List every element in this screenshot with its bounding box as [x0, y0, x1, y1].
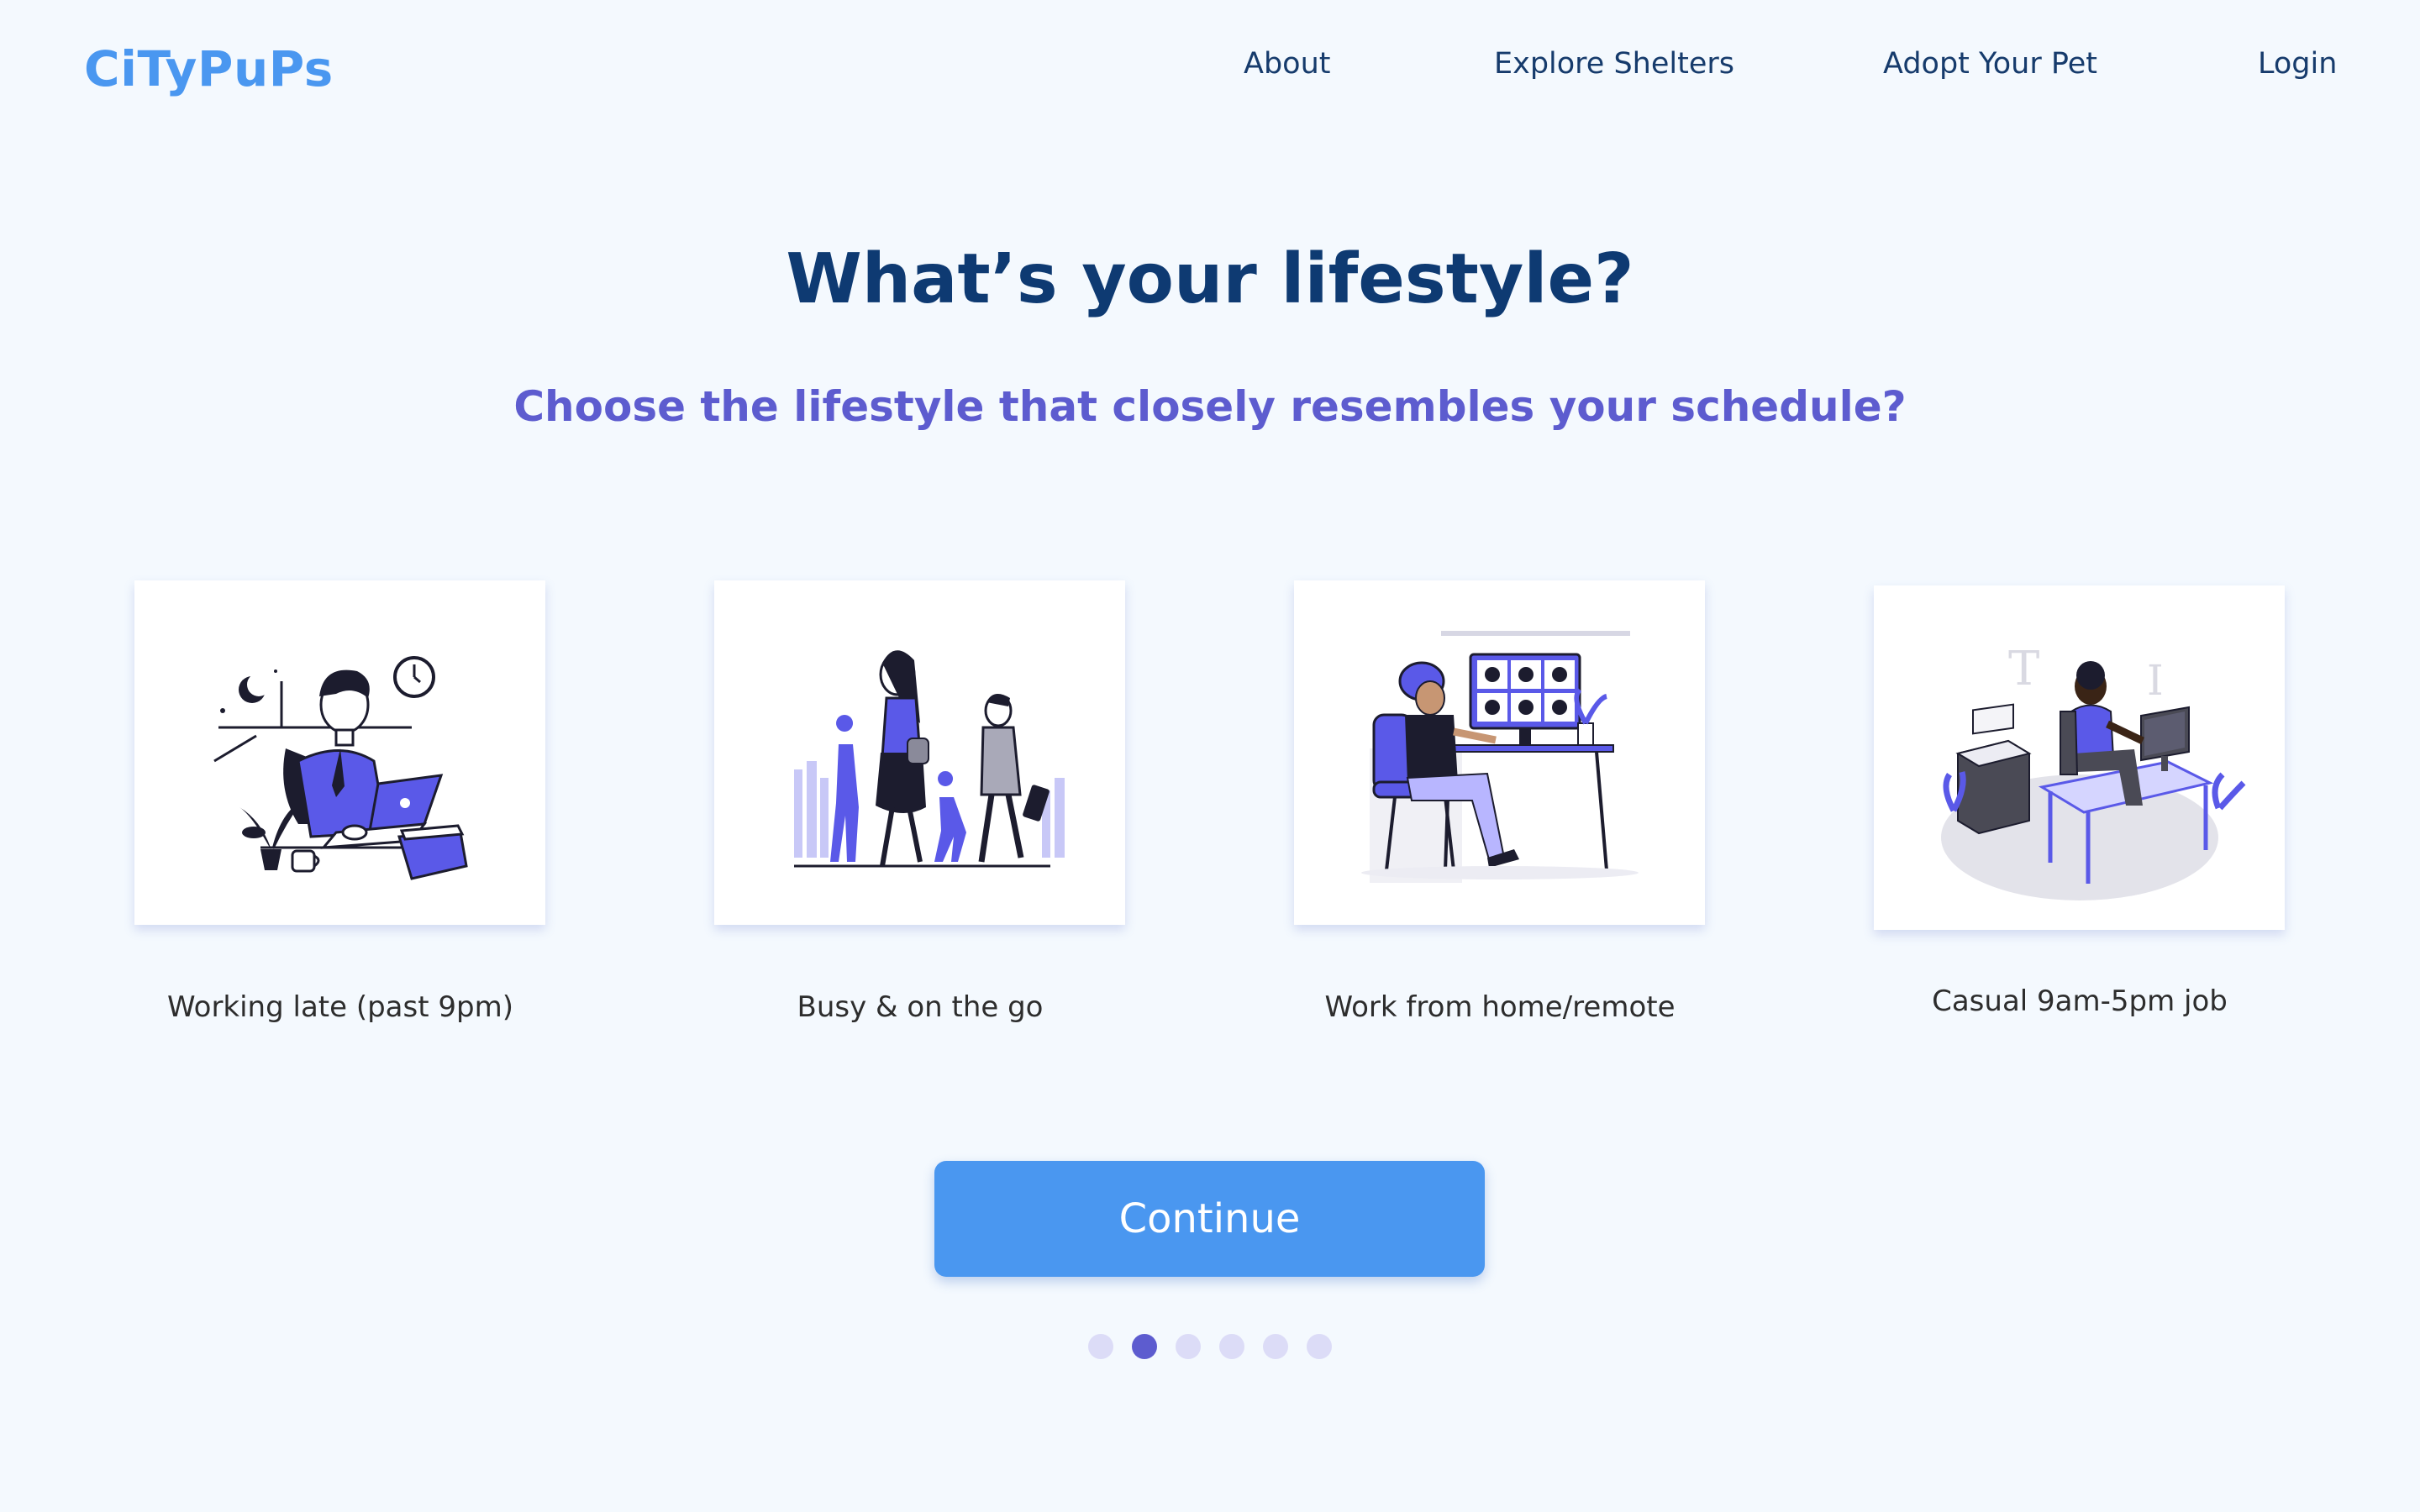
svg-text:T: T — [2008, 642, 2039, 696]
pagination-dot[interactable] — [1088, 1334, 1113, 1359]
option-label-casual-job: Casual 9am-5pm job — [1932, 984, 2228, 1018]
office-desk-illustration: T I — [1941, 642, 2246, 900]
nav-login[interactable]: Login — [2258, 47, 2337, 81]
option-card-working-late[interactable] — [134, 580, 545, 925]
option-label-working-late: Working late (past 9pm) — [167, 990, 513, 1024]
option-label-remote: Work from home/remote — [1324, 990, 1676, 1024]
option-label-busy: Busy & on the go — [797, 990, 1044, 1024]
option-card-remote[interactable] — [1294, 580, 1705, 925]
page-title: What’s your lifestyle? — [786, 239, 1634, 319]
video-call-illustration — [1361, 631, 1639, 883]
nav-explore-shelters[interactable]: Explore Shelters — [1494, 47, 1734, 81]
commuters-illustration — [794, 650, 1065, 868]
nav-about[interactable]: About — [1244, 47, 1330, 81]
pagination-dot[interactable] — [1132, 1334, 1157, 1359]
night-worker-illustration — [213, 656, 468, 880]
continue-button[interactable]: Continue — [934, 1161, 1485, 1277]
option-card-busy[interactable] — [714, 580, 1125, 925]
page-subtitle: Choose the lifestyle that closely resemb… — [513, 382, 1907, 431]
pagination-dot[interactable] — [1307, 1334, 1332, 1359]
brand-logo[interactable]: CiTyPuPs — [84, 40, 334, 97]
svg-text:I: I — [2147, 656, 2164, 705]
pagination-dot[interactable] — [1263, 1334, 1288, 1359]
option-card-casual-job[interactable]: T I — [1874, 585, 2285, 930]
nav-adopt-your-pet[interactable]: Adopt Your Pet — [1883, 47, 2097, 81]
pagination-dot[interactable] — [1176, 1334, 1201, 1359]
pagination-dot[interactable] — [1219, 1334, 1244, 1359]
